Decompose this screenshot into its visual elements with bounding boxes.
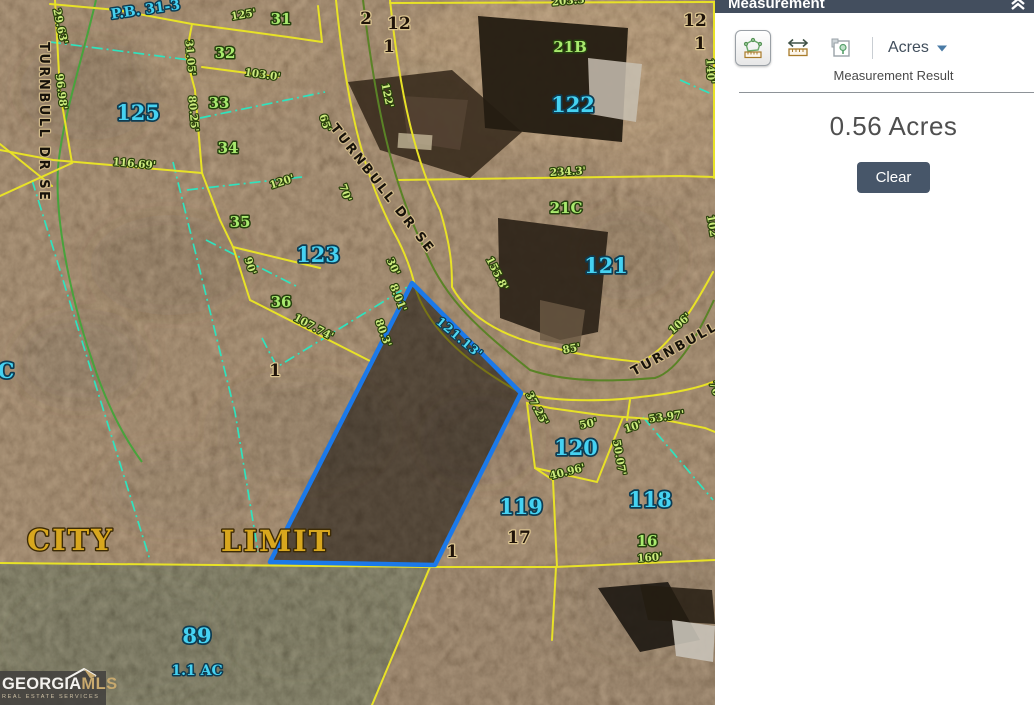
map-label: 118 <box>628 487 672 512</box>
map-label: 125 <box>116 100 160 125</box>
toolbar-divider <box>872 37 873 59</box>
result-value: 0.56 Acres <box>753 111 1034 142</box>
map-label: 1 <box>269 361 281 381</box>
georgiamls-watermark: GEORGIAMLS REAL ESTATE SERVICES <box>0 671 106 705</box>
measure-distance-icon <box>785 35 811 61</box>
panel-body: Measurement Result 0.56 Acres Clear <box>715 68 1034 193</box>
map-label: TURNBULL DR SE <box>36 42 51 202</box>
map-label: 121 <box>584 253 628 278</box>
measure-location-icon <box>828 35 854 61</box>
map-label: 1 <box>694 34 706 54</box>
logo-tagline: REAL ESTATE SERVICES <box>2 694 104 700</box>
map-label: 2 <box>360 9 372 29</box>
map-label: 12 <box>683 11 707 31</box>
map-label: 33 <box>209 94 230 112</box>
chevron-double-up-icon[interactable] <box>1010 0 1026 13</box>
map-label: 16 <box>637 532 658 550</box>
panel-title: Measurement <box>728 0 825 12</box>
map-label: C <box>0 358 14 383</box>
map-label: 12 <box>387 14 411 34</box>
measure-area-button[interactable] <box>735 30 771 66</box>
caret-down-icon <box>936 44 948 53</box>
measure-toolbar: Acres <box>735 30 948 66</box>
map-label: 1.1 AC <box>171 663 222 679</box>
measurement-panel: Measurement <box>715 0 1034 705</box>
panel-header: Measurement <box>715 0 1034 13</box>
result-label: Measurement Result <box>753 68 1034 83</box>
unit-dropdown[interactable]: Acres <box>888 39 948 57</box>
map-label: CITY <box>27 523 114 557</box>
measure-distance-button[interactable] <box>782 32 814 64</box>
map-label: 119 <box>499 494 543 519</box>
map-label: LIMIT <box>221 524 332 558</box>
map-label: 35 <box>230 213 251 231</box>
result-divider <box>739 92 1034 93</box>
map-label: 123 <box>296 242 340 267</box>
map-label: 140' <box>703 58 715 84</box>
map-graphics: P.B. 31-312512312212112011911889C1.1 AC1… <box>0 0 715 705</box>
clear-button[interactable]: Clear <box>857 162 930 193</box>
map-label: 89 <box>182 623 211 648</box>
map-label: 36 <box>271 293 292 311</box>
measure-location-button[interactable] <box>825 32 857 64</box>
map-label: 21B <box>553 38 587 56</box>
map-label: 234.3' <box>550 165 587 179</box>
map-label: 17 <box>507 528 531 548</box>
roof-icon <box>64 668 98 680</box>
map-label: 21C <box>550 199 583 217</box>
map-label: 32 <box>215 44 236 62</box>
app-window: P.B. 31-312512312212112011911889C1.1 AC1… <box>0 0 1034 705</box>
map-label: 1 <box>446 542 458 562</box>
map-label: 31 <box>271 10 292 28</box>
map-label: 122 <box>551 92 595 117</box>
map-label: 120 <box>554 435 598 460</box>
map-canvas[interactable]: P.B. 31-312512312212112011911889C1.1 AC1… <box>0 0 715 705</box>
map-label: 34 <box>218 139 239 157</box>
measure-area-icon <box>741 36 765 60</box>
unit-dropdown-value: Acres <box>888 39 929 57</box>
map-label: 160' <box>637 551 663 565</box>
map-label: 1 <box>383 37 395 57</box>
